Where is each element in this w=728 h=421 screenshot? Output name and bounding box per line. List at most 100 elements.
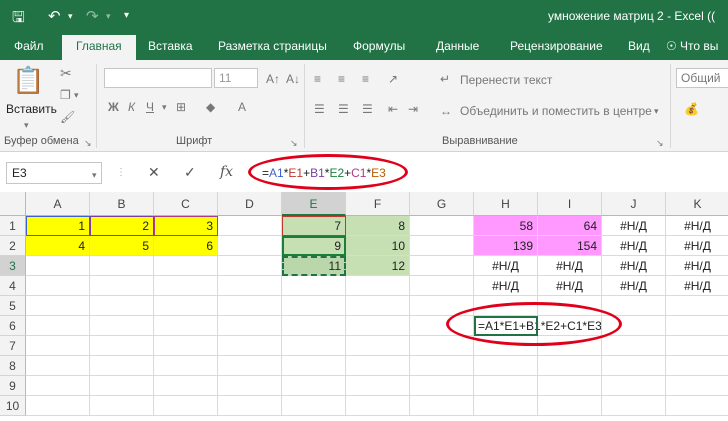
cell-b8[interactable] xyxy=(90,356,154,376)
cell-d7[interactable] xyxy=(218,336,282,356)
align-center-icon[interactable]: ☰ xyxy=(338,102,349,116)
cell-e9[interactable] xyxy=(282,376,346,396)
cell-h3[interactable]: #Н/Д xyxy=(474,256,538,276)
cell-b10[interactable] xyxy=(90,396,154,416)
cell-k6[interactable] xyxy=(666,316,728,336)
cell-i2[interactable]: 154 xyxy=(538,236,602,256)
cell-c1[interactable]: 3 xyxy=(154,216,218,236)
merge-dropdown-icon[interactable]: ▾ xyxy=(654,104,659,118)
cell-f4[interactable] xyxy=(346,276,410,296)
save-icon[interactable]: 🖫 xyxy=(12,7,25,32)
cell-c6[interactable] xyxy=(154,316,218,336)
cell-j8[interactable] xyxy=(602,356,666,376)
cell-f2[interactable]: 10 xyxy=(346,236,410,256)
row-header-3[interactable]: 3 xyxy=(0,256,26,276)
number-format-combo[interactable]: Общий xyxy=(676,68,728,88)
currency-icon[interactable]: 💰 xyxy=(684,102,699,116)
cell-g10[interactable] xyxy=(410,396,474,416)
tab-review[interactable]: Рецензирование xyxy=(510,39,603,53)
column-header-j[interactable]: J xyxy=(602,192,666,216)
paste-dropdown-icon[interactable]: ▾ xyxy=(24,118,29,132)
orientation-icon[interactable]: ↗ xyxy=(388,72,398,86)
cell-h7[interactable] xyxy=(474,336,538,356)
wrap-text-button[interactable]: Перенести текст xyxy=(460,73,552,87)
cell-g8[interactable] xyxy=(410,356,474,376)
cell-e5[interactable] xyxy=(282,296,346,316)
cell-b9[interactable] xyxy=(90,376,154,396)
cell-f1[interactable]: 8 xyxy=(346,216,410,236)
cell-h9[interactable] xyxy=(474,376,538,396)
column-header-h[interactable]: H xyxy=(474,192,538,216)
customize-toolbar-icon[interactable]: ▾ xyxy=(124,10,129,21)
cell-i10[interactable] xyxy=(538,396,602,416)
cell-c4[interactable] xyxy=(154,276,218,296)
cell-f5[interactable] xyxy=(346,296,410,316)
cell-e2[interactable]: 9 xyxy=(282,236,346,256)
cell-a3[interactable] xyxy=(26,256,90,276)
tab-insert[interactable]: Вставка xyxy=(148,39,193,53)
cell-e8[interactable] xyxy=(282,356,346,376)
column-header-f[interactable]: F xyxy=(346,192,410,216)
format-painter-icon[interactable]: 🖌 xyxy=(60,110,75,124)
cell-h6[interactable]: =A1*E1+B1*E2+C1*E3 xyxy=(474,316,602,336)
name-box[interactable]: E3 xyxy=(6,162,102,184)
redo-dropdown-icon[interactable]: ▾ xyxy=(106,11,111,22)
cell-f10[interactable] xyxy=(346,396,410,416)
cell-g4[interactable] xyxy=(410,276,474,296)
cell-k7[interactable] xyxy=(666,336,728,356)
font-launcher-icon[interactable]: ↘ xyxy=(290,136,298,150)
cell-c2[interactable]: 6 xyxy=(154,236,218,256)
align-right-icon[interactable]: ☰ xyxy=(362,102,373,116)
cell-d2[interactable] xyxy=(218,236,282,256)
cell-g1[interactable] xyxy=(410,216,474,236)
cell-i3[interactable]: #Н/Д xyxy=(538,256,602,276)
cell-i1[interactable]: 64 xyxy=(538,216,602,236)
cell-h8[interactable] xyxy=(474,356,538,376)
font-name-combo[interactable] xyxy=(104,68,212,88)
tab-file[interactable]: Файл xyxy=(14,39,44,53)
column-header-k[interactable]: K xyxy=(666,192,728,216)
row-header-8[interactable]: 8 xyxy=(0,356,26,376)
font-size-combo[interactable]: 11 xyxy=(214,68,258,88)
cell-a6[interactable] xyxy=(26,316,90,336)
row-header-5[interactable]: 5 xyxy=(0,296,26,316)
row-header-4[interactable]: 4 xyxy=(0,276,26,296)
name-box-dropdown-icon[interactable]: ▾ xyxy=(92,168,97,182)
cell-b7[interactable] xyxy=(90,336,154,356)
cell-c7[interactable] xyxy=(154,336,218,356)
cell-f8[interactable] xyxy=(346,356,410,376)
cell-c8[interactable] xyxy=(154,356,218,376)
cell-e3[interactable]: 11 xyxy=(282,256,346,276)
cell-f3[interactable]: 12 xyxy=(346,256,410,276)
cell-a1[interactable]: 1 xyxy=(26,216,90,236)
borders-icon[interactable]: ⊞ xyxy=(176,100,186,114)
cell-d1[interactable] xyxy=(218,216,282,236)
cell-k4[interactable]: #Н/Д xyxy=(666,276,728,296)
paste-icon[interactable]: 📋 xyxy=(12,66,44,94)
row-header-7[interactable]: 7 xyxy=(0,336,26,356)
cell-e10[interactable] xyxy=(282,396,346,416)
increase-font-icon[interactable]: A↑ xyxy=(266,72,280,86)
cell-e6[interactable] xyxy=(282,316,346,336)
tab-formulas[interactable]: Формулы xyxy=(353,39,405,53)
row-header-6[interactable]: 6 xyxy=(0,316,26,336)
decrease-font-icon[interactable]: A↓ xyxy=(286,72,300,86)
row-header-2[interactable]: 2 xyxy=(0,236,26,256)
cell-c9[interactable] xyxy=(154,376,218,396)
cell-h2[interactable]: 139 xyxy=(474,236,538,256)
cell-d6[interactable] xyxy=(218,316,282,336)
cell-j2[interactable]: #Н/Д xyxy=(602,236,666,256)
cell-i8[interactable] xyxy=(538,356,602,376)
italic-button[interactable]: К xyxy=(128,100,135,114)
cell-d9[interactable] xyxy=(218,376,282,396)
cell-j7[interactable] xyxy=(602,336,666,356)
worksheet-grid[interactable]: A B C D E F G H I J K 1 1 2 3 7 8 58 64 #Н/Д #Н/Д 2 4 5 6 9 10 139 1… xyxy=(0,192,728,421)
tab-view[interactable]: Вид xyxy=(628,39,650,53)
cell-a4[interactable] xyxy=(26,276,90,296)
copy-icon[interactable]: ❐ xyxy=(60,88,71,102)
cell-e4[interactable] xyxy=(282,276,346,296)
cell-c5[interactable] xyxy=(154,296,218,316)
cell-h5[interactable] xyxy=(474,296,538,316)
cell-j4[interactable]: #Н/Д xyxy=(602,276,666,296)
cell-k2[interactable]: #Н/Д xyxy=(666,236,728,256)
